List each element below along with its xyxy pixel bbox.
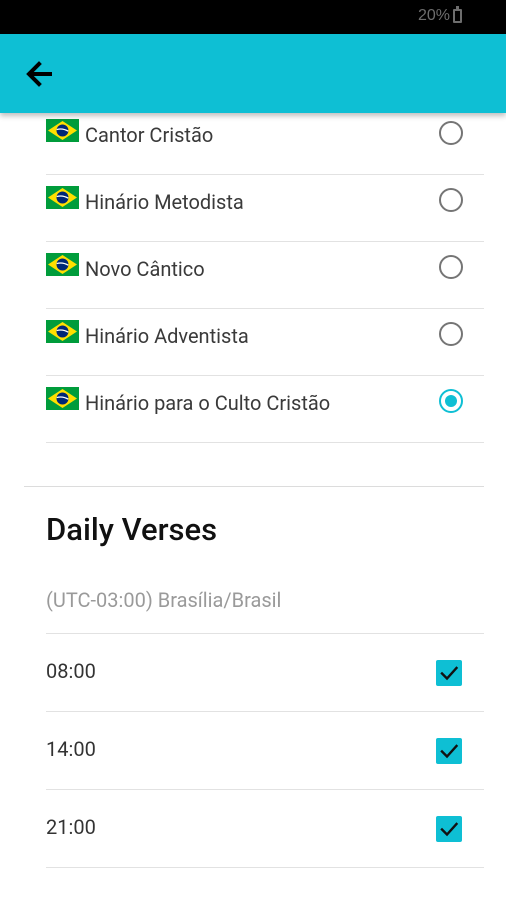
back-button[interactable] xyxy=(20,54,64,94)
app-bar xyxy=(0,34,506,113)
checkmark-icon xyxy=(440,666,459,681)
hymnal-option-novo-cantico[interactable]: Novo Cântico xyxy=(46,241,484,309)
settings-content: Cantor Cristão Hinário Metodista Novo Câ… xyxy=(0,113,506,900)
battery-icon xyxy=(453,6,462,23)
radio-button[interactable] xyxy=(439,188,463,212)
radio-button[interactable] xyxy=(439,322,463,346)
section-title: Daily Verses xyxy=(46,511,218,548)
hymnal-label: Hinário Adventista xyxy=(85,324,249,348)
brazil-flag-icon xyxy=(46,119,79,142)
section-divider xyxy=(24,486,484,487)
time-row-1400[interactable]: 14:00 xyxy=(46,712,484,790)
checkmark-icon xyxy=(440,822,459,837)
brazil-flag-icon xyxy=(46,387,79,410)
hymnal-label: Cantor Cristão xyxy=(85,123,214,147)
hymnal-label: Novo Cântico xyxy=(85,257,205,281)
checkbox-checked[interactable] xyxy=(436,660,462,686)
checkmark-icon xyxy=(440,744,459,759)
hymnal-option-hinario-culto-cristao[interactable]: Hinário para o Culto Cristão xyxy=(46,375,484,443)
checkbox-checked[interactable] xyxy=(436,738,462,764)
radio-button-selected[interactable] xyxy=(439,389,463,413)
hymnal-label: Hinário Metodista xyxy=(85,190,244,214)
time-label: 14:00 xyxy=(46,737,96,761)
hymnal-option-hinario-metodista[interactable]: Hinário Metodista xyxy=(46,174,484,242)
radio-button[interactable] xyxy=(439,255,463,279)
battery-level: 20% xyxy=(417,7,450,24)
brazil-flag-icon xyxy=(46,320,79,343)
time-label: 21:00 xyxy=(46,815,96,839)
status-bar: 20% xyxy=(0,0,506,34)
radio-button[interactable] xyxy=(439,121,463,145)
arrow-left-icon xyxy=(26,61,52,87)
time-row-2100[interactable]: 21:00 xyxy=(46,790,484,868)
hymnal-option-cantor-cristao[interactable]: Cantor Cristão xyxy=(46,113,484,175)
brazil-flag-icon xyxy=(46,186,79,209)
brazil-flag-icon xyxy=(46,253,79,276)
hymnal-option-hinario-adventista[interactable]: Hinário Adventista xyxy=(46,308,484,376)
time-row-0800[interactable]: 08:00 xyxy=(46,634,484,712)
time-label: 08:00 xyxy=(46,659,96,683)
timezone-setting[interactable]: (UTC-03:00) Brasília/Brasil xyxy=(46,588,281,612)
hymnal-label: Hinário para o Culto Cristão xyxy=(85,391,331,415)
checkbox-checked[interactable] xyxy=(436,816,462,842)
